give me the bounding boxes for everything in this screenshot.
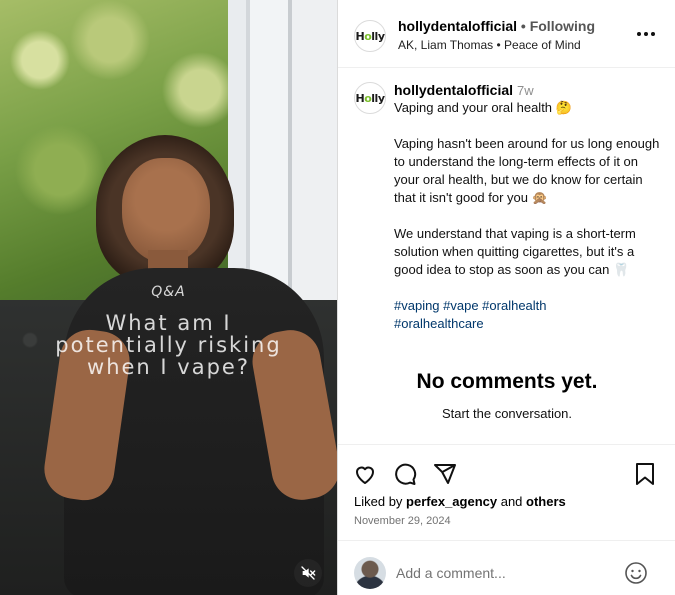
- post-side-panel: Ho lly hollydentalofficial • Following AK…: [337, 0, 675, 595]
- liked-by-user[interactable]: perfex_agency: [406, 494, 497, 509]
- post-date[interactable]: November 29, 2024: [354, 515, 451, 527]
- post-subline[interactable]: AK, Liam Thomas • Peace of Mind: [398, 38, 581, 52]
- emoji-icon: [625, 562, 647, 584]
- caption-author-avatar[interactable]: Ho lly: [354, 82, 386, 114]
- post-caption: Ho lly hollydentalofficial 7w Vaping and y…: [338, 70, 675, 445]
- caption-hashtags: #vaping #vape #oralhealth #oralhealthcar…: [394, 297, 664, 333]
- heart-icon: [356, 466, 374, 484]
- hashtag-line[interactable]: #oralhealthcare: [394, 315, 664, 333]
- post-media[interactable]: Q&A What am I potentially risking when I…: [0, 0, 337, 595]
- current-user-avatar: [354, 557, 386, 589]
- comment-input[interactable]: [396, 561, 616, 585]
- speaker-muted-icon: [301, 566, 316, 580]
- following-button[interactable]: Following: [530, 18, 595, 34]
- logo-letter: H: [355, 91, 365, 105]
- logo-letter-o: o: [364, 91, 372, 105]
- comment-button[interactable]: [392, 461, 418, 487]
- comment-bar: [338, 540, 675, 595]
- liked-prefix: Liked by: [354, 494, 407, 509]
- caption-username[interactable]: hollydentalofficial: [394, 82, 513, 98]
- more-options-icon: [637, 32, 655, 36]
- liked-others[interactable]: others: [526, 494, 566, 509]
- caption-title: Vaping and your oral health 🤔: [394, 100, 572, 115]
- logo-letter: H: [355, 29, 365, 43]
- author-username[interactable]: hollydentalofficial: [398, 18, 517, 34]
- emoji-button[interactable]: [624, 561, 648, 585]
- video-overlay-line: potentially risking: [55, 333, 282, 357]
- hashtag-line[interactable]: #vaping #vape #oralhealth: [394, 297, 664, 315]
- caption-paragraph: Vaping hasn't been around for us long en…: [394, 136, 660, 205]
- logo-letters: lly: [371, 29, 385, 43]
- caption-header: hollydentalofficial 7w: [394, 82, 534, 98]
- share-button[interactable]: [432, 461, 458, 487]
- video-overlay-line: when I vape?: [87, 355, 250, 379]
- author-username-row: hollydentalofficial • Following: [398, 18, 595, 34]
- mute-button[interactable]: [294, 559, 322, 587]
- logo-letter-o: o: [364, 29, 372, 43]
- person-face: [122, 158, 210, 263]
- post-actions: Liked by perfex_agency and others Novemb…: [338, 444, 675, 539]
- author-avatar[interactable]: Ho lly: [354, 20, 386, 52]
- post-age: 7w: [517, 83, 534, 98]
- caption-body: Vaping and your oral health 🤔 Vaping has…: [394, 99, 664, 333]
- like-button[interactable]: [352, 461, 378, 487]
- share-icon: [434, 464, 456, 484]
- bookmark-icon: [636, 463, 654, 485]
- comment-icon: [395, 463, 417, 485]
- caption-paragraph: We understand that vaping is a short-ter…: [394, 226, 636, 277]
- no-comments-subtitle: Start the conversation.: [441, 406, 573, 421]
- save-button[interactable]: [632, 461, 658, 487]
- liked-and: and: [497, 494, 527, 509]
- liked-by-text: Liked by perfex_agency and others: [354, 494, 566, 509]
- logo-letters: lly: [371, 91, 385, 105]
- no-comments-title: No comments yet.: [416, 370, 598, 393]
- video-overlay-headline: What am I potentially risking when I vap…: [0, 312, 337, 378]
- separator-dot: •: [517, 18, 530, 34]
- video-overlay-label: Q&A: [151, 284, 186, 300]
- more-options-button[interactable]: [634, 24, 658, 44]
- post-header: Ho lly hollydentalofficial • Following AK…: [338, 0, 675, 68]
- video-overlay-line: What am I: [105, 311, 232, 335]
